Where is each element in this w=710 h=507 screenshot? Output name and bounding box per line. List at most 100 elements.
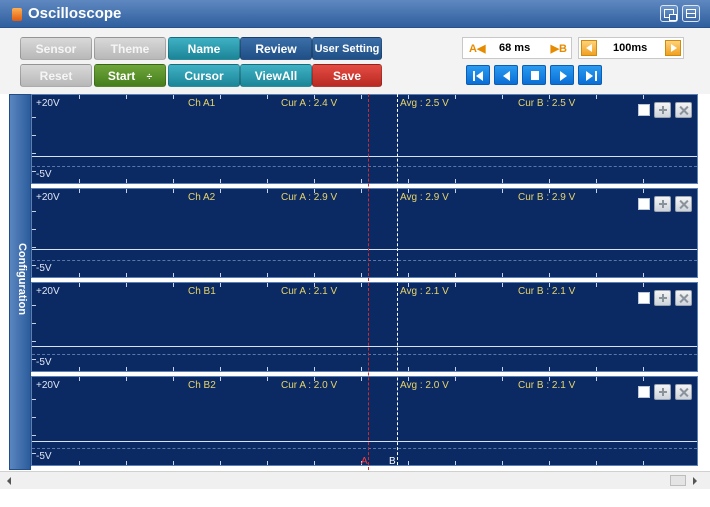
review-button[interactable]: Review [240,37,312,60]
cursor-b-line[interactable] [397,94,398,470]
channel-checkbox[interactable] [638,198,650,210]
close-channel-button[interactable] [675,196,692,212]
time-tick [408,189,409,193]
channel-checkbox[interactable] [638,292,650,304]
time-tick [267,189,268,193]
time-tick [314,377,315,381]
play-button[interactable] [550,65,574,85]
time-tick [126,273,127,277]
up-down-arrows-icon: ÷ [146,72,153,83]
signal-trace [32,346,697,347]
close-channel-button[interactable] [675,102,692,118]
time-tick [455,273,456,277]
sensor-button[interactable]: Sensor [20,37,92,60]
time-tick [408,95,409,99]
cursor-delta-display: A◀ 68 ms ▶B [462,37,572,59]
time-tick [502,377,503,381]
skip-to-end-button[interactable] [578,65,602,85]
time-tick [267,95,268,99]
time-tick [220,95,221,99]
time-tick [79,95,80,99]
cursor-b-readout: Cur B : 2.1 V [518,286,576,297]
time-tick [267,273,268,277]
skip-end-icon [586,71,593,81]
configuration-panel-toggle[interactable]: Configuration [9,94,31,470]
time-tick [361,283,362,287]
time-tick [314,189,315,193]
name-button[interactable]: Name [168,37,240,60]
play-icon [560,71,567,81]
save-button[interactable]: Save [312,64,382,87]
decrease-interval-button[interactable] [581,40,597,56]
channel-checkbox[interactable] [638,104,650,116]
stop-button[interactable] [522,65,546,85]
user-setting-button[interactable]: User Setting [312,37,382,60]
scroll-right-icon[interactable] [693,477,697,485]
theme-button[interactable]: Theme [94,37,166,60]
time-tick [408,461,409,465]
scale-min: -5V [36,169,52,180]
cursor-button[interactable]: Cursor [168,64,240,87]
restore-window-button[interactable] [660,5,678,22]
scale-max: +20V [36,192,60,203]
time-tick [596,95,597,99]
time-tick [173,461,174,465]
time-tick [126,189,127,193]
time-tick [549,189,550,193]
time-tick [455,367,456,371]
time-tick [126,367,127,371]
horizontal-scrollbar[interactable] [0,471,710,489]
cursor-delta-value: 68 ms [499,42,531,54]
start-button[interactable]: Start ÷ [94,64,166,87]
cursor-a-marker: A◀ [469,43,486,55]
time-tick [314,461,315,465]
zoom-in-button[interactable] [654,290,671,306]
channel-checkbox[interactable] [638,386,650,398]
time-tick [643,283,644,287]
restore-icon [664,9,677,21]
time-tick [549,179,550,183]
zero-reference-line [32,260,697,261]
minimize-window-button[interactable] [682,5,700,22]
time-tick [643,273,644,277]
time-tick [455,189,456,193]
time-tick [596,461,597,465]
increase-interval-button[interactable] [665,40,681,56]
average-readout: Avg : 2.9 V [400,192,449,203]
skip-start-icon [473,71,475,81]
step-back-icon [503,71,510,81]
time-tick [220,283,221,287]
reset-button[interactable]: Reset [20,64,92,87]
time-tick [79,189,80,193]
time-tick [79,377,80,381]
scroll-thumb[interactable] [670,475,686,486]
cursor-a-line[interactable] [368,94,369,470]
app-icon [12,8,22,21]
time-tick [173,367,174,371]
time-tick [361,273,362,277]
zoom-in-button[interactable] [654,384,671,400]
time-tick [549,461,550,465]
time-interval-control: 100ms [578,37,684,59]
zoom-in-button[interactable] [654,196,671,212]
average-readout: Avg : 2.0 V [400,380,449,391]
channel-name: Ch B1 [188,286,216,297]
close-channel-button[interactable] [675,384,692,400]
view-all-button[interactable]: ViewAll [240,64,312,87]
zero-reference-line [32,354,697,355]
time-tick [126,283,127,287]
zoom-in-button[interactable] [654,102,671,118]
close-channel-button[interactable] [675,290,692,306]
time-tick [314,283,315,287]
minimize-icon [686,9,696,18]
scroll-left-icon[interactable] [7,477,11,485]
toolbar: Sensor Theme Name Review User Setting Re… [0,28,710,94]
step-back-button[interactable] [494,65,518,85]
time-tick [361,95,362,99]
time-tick [314,95,315,99]
skip-to-start-button[interactable] [466,65,490,85]
time-tick [220,273,221,277]
scale-min: -5V [36,357,52,368]
channel-name: Ch A1 [188,98,216,109]
scale-max: +20V [36,98,60,109]
